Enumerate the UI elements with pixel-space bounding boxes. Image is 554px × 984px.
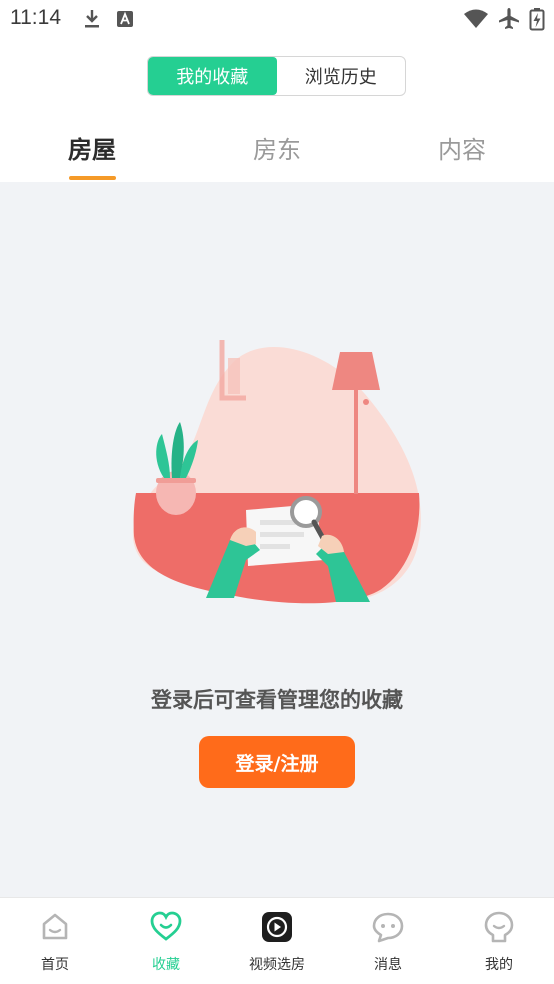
airplane-icon [499, 8, 519, 29]
tab-content[interactable]: 内容 [407, 130, 517, 165]
wifi-icon [464, 9, 488, 28]
header: 我的收藏 浏览历史 房屋 房东 内容 [0, 38, 554, 182]
chat-bubble-icon [372, 912, 404, 943]
home-face-icon [42, 913, 68, 940]
nav-item-mine[interactable]: 我的 [444, 898, 554, 984]
login-register-button[interactable]: 登录/注册 [199, 736, 355, 788]
status-time: 11:14 [10, 6, 61, 29]
segment-my-favorites[interactable]: 我的收藏 [148, 57, 277, 95]
heart-icon [150, 911, 182, 941]
status-bar: 11:14 [0, 0, 554, 38]
nav-label-favorites: 收藏 [152, 957, 180, 973]
profile-face-icon [484, 911, 514, 943]
video-play-icon [262, 912, 292, 942]
bottom-nav: 首页 收藏 视频选房 消息 我的 [0, 897, 554, 984]
nav-item-messages[interactable]: 消息 [333, 898, 443, 984]
segment-browse-history[interactable]: 浏览历史 [277, 57, 406, 95]
nav-label-messages: 消息 [374, 957, 402, 973]
download-icon [85, 10, 99, 28]
nav-item-home[interactable]: 首页 [0, 898, 110, 984]
tab-landlords[interactable]: 房东 [222, 130, 332, 165]
nav-label-mine: 我的 [485, 957, 513, 973]
nav-label-video: 视频选房 [249, 957, 305, 973]
a-badge-icon [117, 11, 133, 27]
tab-active-indicator [69, 176, 116, 180]
empty-state: 登录后可查看管理您的收藏 登录/注册 [0, 182, 554, 897]
nav-label-home: 首页 [41, 957, 69, 973]
empty-state-message: 登录后可查看管理您的收藏 [151, 688, 403, 712]
favorites-history-switch: 我的收藏 浏览历史 [147, 56, 406, 96]
nav-item-video[interactable]: 视频选房 [222, 898, 332, 984]
nav-item-favorites[interactable]: 收藏 [111, 898, 221, 984]
tab-houses[interactable]: 房屋 [37, 130, 147, 165]
category-tabs: 房屋 房东 内容 [0, 130, 554, 182]
battery-icon [529, 8, 545, 31]
empty-favorites-illustration [132, 340, 421, 604]
